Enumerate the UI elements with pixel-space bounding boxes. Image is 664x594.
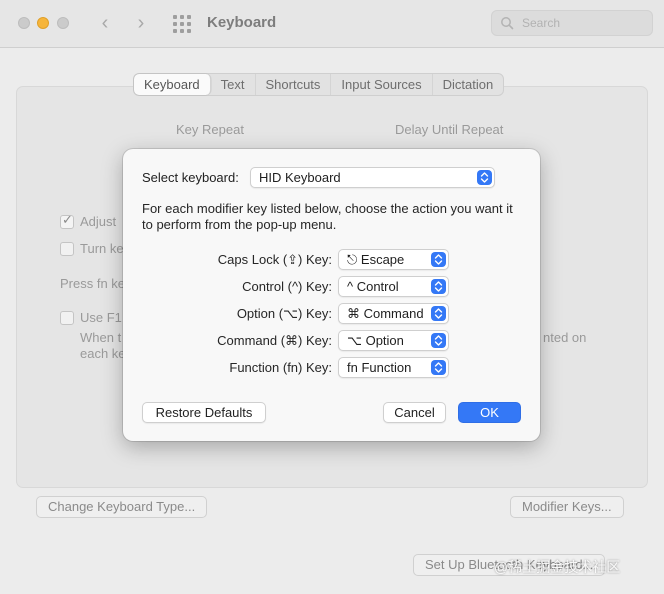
printed-on-label: nted on [543,330,587,345]
command-key-value: ⌥ Option [347,333,404,348]
tab-dictation[interactable]: Dictation [433,74,504,95]
function-key-label: Function (fn) Key: [229,360,332,375]
show-all-grid-icon[interactable] [173,15,191,33]
caps-lock-key-value: ⎋ Escape [347,252,405,267]
preferences-tabs: Keyboard Text Shortcuts Input Sources Di… [133,73,505,96]
control-key-label: Control (^) Key: [242,279,332,294]
zoom-window-button[interactable] [57,17,69,29]
function-key-value: fn Function [347,360,412,375]
search-input[interactable] [522,14,642,32]
popup-arrows-icon [431,333,446,348]
key-repeat-label: Key Repeat [176,122,244,137]
caps-lock-key-popup[interactable]: ⎋ Escape [338,249,449,270]
watermark-text: @稀土掘金技术社区 [494,559,621,575]
popup-arrows-icon [431,306,446,321]
use-function-keys-checkbox[interactable] [60,311,74,325]
popup-arrows-icon [431,360,446,375]
use-function-keys-label: Use F1, [80,310,126,325]
command-key-label: Command (⌘) Key: [217,333,332,348]
select-keyboard-value: HID Keyboard [259,170,341,185]
press-fn-key-label: Press fn ke [60,276,126,291]
ok-button[interactable]: OK [458,402,521,423]
use-function-keys-desc-line2: each ke [80,346,126,361]
delay-until-repeat-label: Delay Until Repeat [395,122,504,137]
control-key-value: ^ Control [347,279,399,294]
select-keyboard-popup[interactable]: HID Keyboard [250,167,495,188]
tab-input-sources[interactable]: Input Sources [331,74,433,95]
tab-text[interactable]: Text [211,74,256,95]
search-icon [501,17,514,30]
window-title: Keyboard [207,14,277,31]
change-keyboard-type-button[interactable]: Change Keyboard Type... [36,496,208,518]
cancel-button[interactable]: Cancel [383,402,446,423]
adjust-brightness-label: Adjust [80,214,117,229]
title-bar: ‹ › Keyboard [0,0,664,48]
option-key-label: Option (⌥) Key: [236,306,332,321]
adjust-brightness-checkbox[interactable] [60,213,74,229]
modifier-description: For each modifier key listed below, choo… [142,201,513,232]
control-key-popup[interactable]: ^ Control [338,276,449,297]
caps-lock-key-label: Caps Lock (⇪) Key: [217,252,332,267]
popup-arrows-icon [431,252,446,267]
back-chevron-icon[interactable]: ‹ [95,12,115,34]
modifier-keys-sheet: Select keyboard: HID Keyboard For each m… [123,149,540,441]
turn-backlight-label: Turn ke [80,241,124,256]
close-window-button[interactable] [18,17,30,29]
search-field[interactable] [491,10,653,36]
option-key-value: ⌘ Command [347,306,424,321]
command-key-popup[interactable]: ⌥ Option [338,330,449,351]
popup-arrows-icon [477,170,492,185]
minimize-window-button[interactable] [37,17,49,29]
forward-chevron-icon[interactable]: › [131,12,151,34]
keyboard-preferences-window: ‹ › Keyboard Keyboard Text Shortcuts Inp… [0,0,664,594]
use-function-keys-desc-line1: When t [80,330,122,345]
function-key-popup[interactable]: fn Function [338,357,449,378]
restore-defaults-button[interactable]: Restore Defaults [142,402,266,423]
select-keyboard-label: Select keyboard: [142,170,239,185]
popup-arrows-icon [431,279,446,294]
option-key-popup[interactable]: ⌘ Command [338,303,449,324]
modifier-keys-button[interactable]: Modifier Keys... [510,496,624,518]
tab-keyboard[interactable]: Keyboard [134,74,211,95]
turn-backlight-off-checkbox[interactable] [60,242,74,256]
tab-shortcuts[interactable]: Shortcuts [256,74,332,95]
